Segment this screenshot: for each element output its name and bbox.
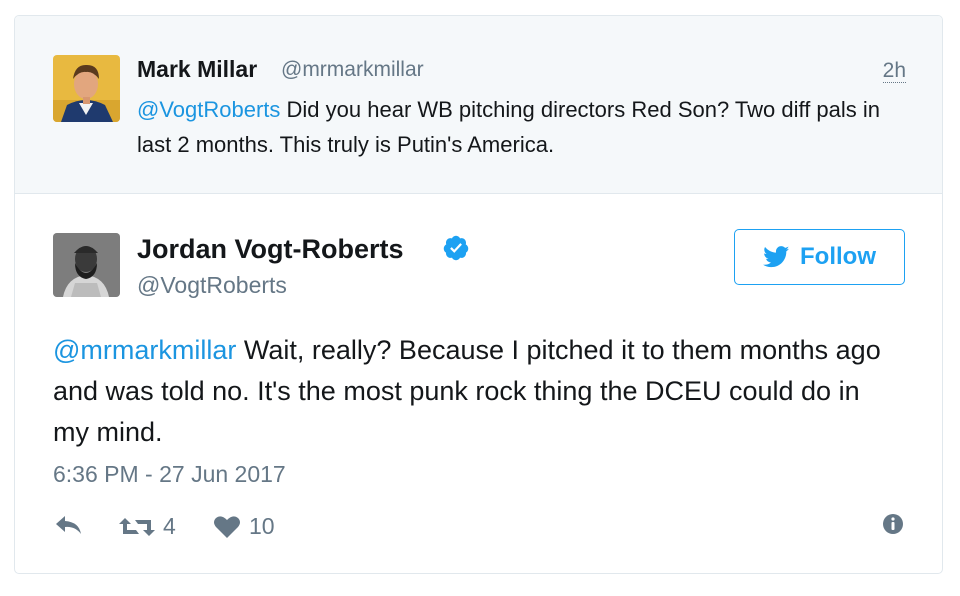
tweet-author-handle[interactable]: @VogtRoberts [137,272,287,299]
heart-icon [214,515,240,538]
quoted-tweet[interactable]: Mark Millar @mrmarkmillar 2h @VogtRobert… [15,16,942,194]
retweet-button[interactable]: 4 [119,513,176,540]
retweet-count: 4 [163,513,176,539]
tweet-text: @mrmarkmillar Wait, really? Because I pi… [53,330,903,453]
follow-label: Follow [800,243,876,270]
reply-icon [56,516,81,534]
avatar[interactable] [53,55,120,122]
tweet-timestamp[interactable]: 6:36 PM - 27 Jun 2017 [53,461,286,488]
tweet-author-name[interactable]: Jordan Vogt-Roberts [137,234,404,265]
follow-button[interactable]: Follow [734,229,905,285]
mention-link[interactable]: @VogtRoberts [137,97,280,122]
quoted-tweet-time[interactable]: 2h [882,60,906,83]
quoted-author-handle[interactable]: @mrmarkmillar [281,58,424,82]
quoted-tweet-text: @VogtRoberts Did you hear WB pitching di… [137,92,907,162]
like-button[interactable]: 10 [213,513,275,540]
tweet-actions: 4 10 [53,513,913,543]
twitter-bird-icon [763,246,790,268]
quoted-author-name[interactable]: Mark Millar [137,56,257,83]
mention-link[interactable]: @mrmarkmillar [53,335,236,365]
info-button[interactable] [882,513,904,540]
info-icon [883,514,903,534]
reply-button[interactable] [53,513,83,537]
retweet-icon [119,517,155,536]
avatar[interactable] [53,233,120,297]
like-count: 10 [249,513,275,539]
tweet-embed-card: Mark Millar @mrmarkmillar 2h @VogtRobert… [14,15,943,574]
verified-badge-icon [442,234,470,262]
